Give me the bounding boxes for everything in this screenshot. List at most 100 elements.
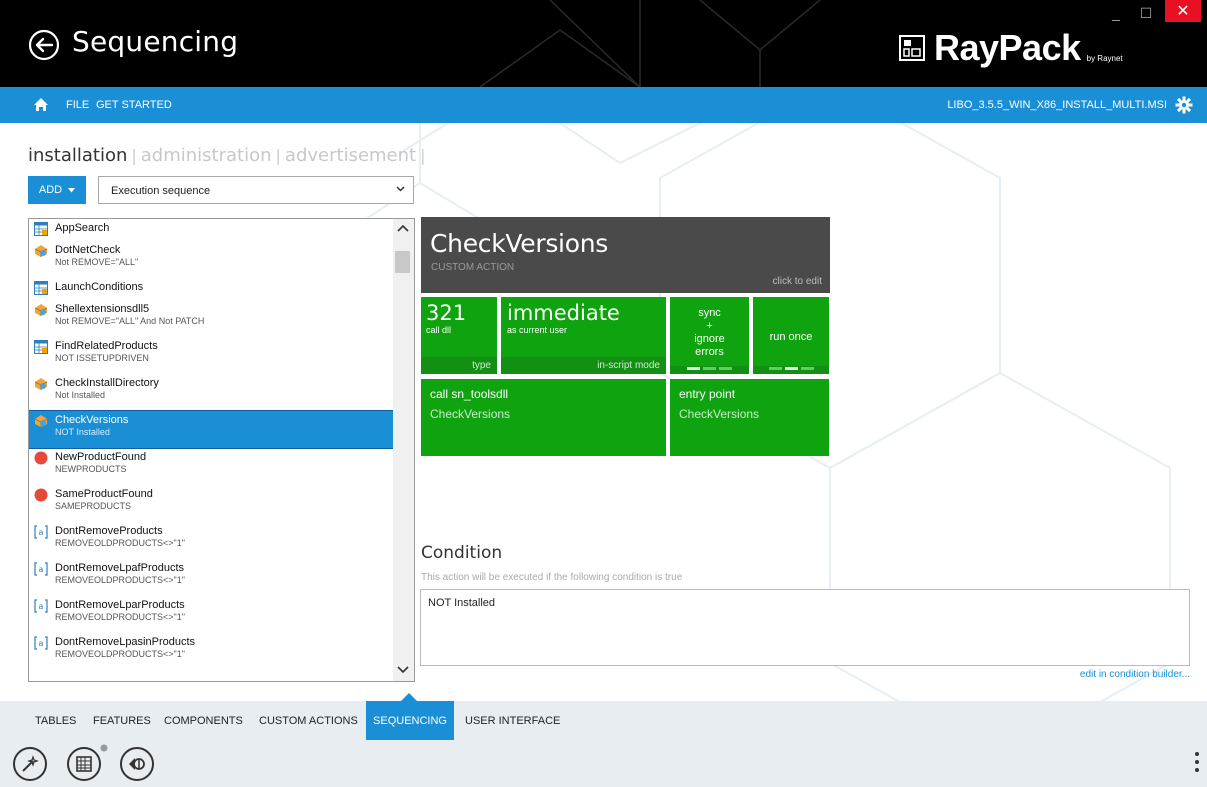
minimize-button[interactable]: _ xyxy=(1101,0,1131,26)
tab-separator: | xyxy=(420,146,426,165)
mode-value: immediate xyxy=(507,301,620,325)
list-item-condition: SAMEPRODUCTS xyxy=(55,501,132,511)
sequence-select[interactable]: Execution sequence xyxy=(98,176,414,204)
list-item[interactable]: NewProductFound NEWPRODUCTS xyxy=(29,448,393,485)
list-item-condition: REMOVEOLDPRODUCTS<>"1" xyxy=(55,612,185,622)
menu-file[interactable]: FILE xyxy=(66,99,89,111)
tab-features[interactable]: FEATURES xyxy=(93,715,151,727)
gear-icon[interactable] xyxy=(1175,96,1193,114)
svg-text:a: a xyxy=(39,602,44,611)
condition-field[interactable]: NOT Installed xyxy=(420,589,1190,666)
back-arrow-icon[interactable] xyxy=(28,29,60,61)
list-item-condition: Not Installed xyxy=(55,390,106,400)
sync-line-1: sync xyxy=(698,307,721,319)
list-item-name: AppSearch xyxy=(55,222,110,234)
list-item[interactable]: Shellextensionsdll5 Not REMOVE="ALL" And … xyxy=(29,300,393,337)
tab-administration[interactable]: administration xyxy=(141,145,272,166)
list-item[interactable]: AppSearch xyxy=(29,219,393,241)
custom-action-icon xyxy=(34,377,48,391)
page-title: Sequencing xyxy=(72,25,239,58)
option-dot xyxy=(687,367,700,370)
action-list-items: AppSearch DotNetCheck Not REMOVE="ALL" Laun… xyxy=(29,219,394,670)
list-item-name: CheckVersions xyxy=(55,414,129,426)
home-icon[interactable] xyxy=(33,97,49,112)
tab-installation[interactable]: installation xyxy=(28,145,127,166)
list-item-condition: NOT ISSETUPDRIVEN xyxy=(55,353,149,363)
brand-logo: RayPack by Raynet xyxy=(898,27,1123,68)
scroll-up-icon[interactable] xyxy=(396,223,410,233)
call-label: call sn_toolsdll xyxy=(430,387,509,401)
package-icon xyxy=(129,758,145,770)
tab-sequencing[interactable]: SEQUENCING xyxy=(366,701,454,740)
list-item[interactable]: SameProductFound SAMEPRODUCTS xyxy=(29,485,393,522)
list-item[interactable]: a DontRemoveProducts REMOVEOLDPRODUCTS<>"1… xyxy=(29,522,393,559)
tab-components[interactable]: COMPONENTS xyxy=(164,715,243,727)
open-file-name: LIBO_3.5.5_WIN_X86_INSTALL_MULTI.MSI xyxy=(947,99,1167,111)
list-item[interactable]: LaunchConditions xyxy=(29,278,393,300)
custom-action-icon xyxy=(34,414,48,428)
list-item-name: DontRemoveLpasinProducts xyxy=(55,636,196,648)
list-item[interactable]: a DontRemoveLpasinProducts REMOVEOLDPRODUC… xyxy=(29,633,393,670)
call-tile[interactable]: call sn_toolsdll CheckVersions xyxy=(421,379,666,456)
type-footer: type xyxy=(421,357,497,374)
entry-label: entry point xyxy=(679,387,736,401)
edit-hint: click to edit xyxy=(772,276,822,287)
property-icon: a xyxy=(34,599,48,613)
table-icon xyxy=(34,281,48,295)
indicator-dot-icon xyxy=(100,744,108,752)
mode-desc: as current user xyxy=(507,325,568,335)
condition-title: Condition xyxy=(421,543,503,563)
wizard-icon xyxy=(22,755,39,772)
entry-point-tile[interactable]: entry point CheckVersions xyxy=(670,379,829,456)
tab-advertisement[interactable]: advertisement xyxy=(285,145,416,166)
type-value: 321 xyxy=(426,301,467,325)
action-header-tile[interactable]: CheckVersions CUSTOM ACTION click to edi… xyxy=(421,217,830,293)
close-button[interactable]: ✕ xyxy=(1165,0,1201,22)
sync-line-3: ignore xyxy=(694,333,725,345)
list-item[interactable]: a DontRemoveLpafProducts REMOVEOLDPRODUCTS… xyxy=(29,559,393,596)
menu-get-started[interactable]: GET STARTED xyxy=(96,99,172,111)
table-view-button[interactable] xyxy=(67,747,101,781)
option-dot xyxy=(768,367,782,370)
tab-tables[interactable]: TABLES xyxy=(35,715,76,727)
scroll-down-icon[interactable] xyxy=(396,665,410,675)
condition-builder-link[interactable]: edit in condition builder... xyxy=(1080,669,1190,680)
type-tile[interactable]: 321 call dll type xyxy=(421,297,497,374)
list-item-name: CheckInstallDirectory xyxy=(55,377,159,389)
more-options-icon[interactable] xyxy=(1195,752,1199,772)
call-value: CheckVersions xyxy=(430,407,511,421)
scroll-thumb[interactable] xyxy=(395,251,410,273)
list-item-name: DontRemoveLparProducts xyxy=(55,599,185,611)
run-tile[interactable]: run once xyxy=(753,297,829,374)
add-button[interactable]: ADD xyxy=(28,176,86,204)
svg-text:a: a xyxy=(39,528,44,537)
list-item[interactable]: a DontRemoveLparProducts REMOVEOLDPRODUCTS… xyxy=(29,596,393,633)
add-button-label: ADD xyxy=(38,184,63,196)
tab-separator: | xyxy=(131,146,137,165)
action-list[interactable]: AppSearch DotNetCheck Not REMOVE="ALL" Laun… xyxy=(28,218,415,682)
list-item[interactable]: DotNetCheck Not REMOVE="ALL" xyxy=(29,241,393,278)
window-controls: _ ☐ ✕ xyxy=(1101,0,1201,26)
main-area: installation | administration | advertisemen… xyxy=(0,123,1207,701)
list-item[interactable]: CheckVersions NOT Installed xyxy=(29,410,394,449)
maximize-button[interactable]: ☐ xyxy=(1131,0,1161,26)
tab-custom-actions[interactable]: CUSTOM ACTIONS xyxy=(259,715,358,727)
chevron-down-icon xyxy=(396,186,405,192)
package-button[interactable] xyxy=(120,747,154,781)
title-bar: Sequencing RayPack by Raynet _ ☐ ✕ xyxy=(0,0,1207,87)
list-item-name: DontRemoveLpafProducts xyxy=(55,562,185,574)
entry-value: CheckVersions xyxy=(679,407,760,421)
list-item-name: LaunchConditions xyxy=(55,281,144,293)
sync-tile[interactable]: sync + ignore errors xyxy=(670,297,749,374)
list-scrollbar[interactable] xyxy=(393,219,414,681)
table-icon xyxy=(34,340,48,354)
list-item-condition: Not REMOVE="ALL" And Not PATCH xyxy=(55,316,205,326)
list-item-condition: Not REMOVE="ALL" xyxy=(55,257,139,267)
tab-separator: | xyxy=(275,146,281,165)
mode-tile[interactable]: immediate as current user in-script mode xyxy=(501,297,666,374)
list-item[interactable]: CheckInstallDirectory Not Installed xyxy=(29,374,393,411)
wizard-button[interactable] xyxy=(13,747,47,781)
table-view-icon xyxy=(76,756,92,772)
tab-user-interface[interactable]: USER INTERFACE xyxy=(465,715,560,727)
list-item[interactable]: FindRelatedProducts NOT ISSETUPDRIVEN xyxy=(29,337,393,374)
